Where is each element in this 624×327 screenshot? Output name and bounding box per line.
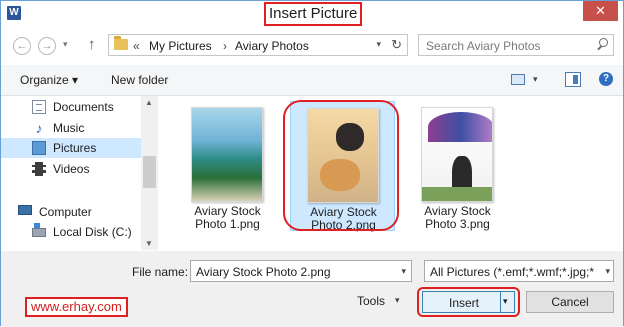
breadcrumb-aviary-photos[interactable]: Aviary Photos (235, 39, 309, 53)
close-icon: ✕ (595, 3, 606, 18)
scroll-up-icon[interactable]: ▲ (145, 98, 153, 107)
file-type-value: All Pictures (*.emf;*.wmf;*.jpg;* (430, 265, 595, 279)
refresh-button[interactable]: ↻ (391, 37, 402, 53)
forward-button[interactable]: → (38, 37, 56, 55)
word-icon: W (7, 6, 21, 20)
sidebar-item-computer[interactable]: Computer (5, 202, 130, 222)
navigation-bar: ← → ▾ ↑ « My Pictures › Aviary Photos ▾ … (1, 33, 623, 59)
preview-pane-icon[interactable] (565, 72, 581, 87)
close-button[interactable]: ✕ (583, 1, 618, 21)
umbrella-image (428, 112, 492, 142)
videos-icon (32, 162, 46, 176)
search-input[interactable]: Search Aviary Photos (418, 34, 614, 56)
back-arrow-icon: ← (16, 40, 28, 52)
address-dropdown-button[interactable]: ▾ (376, 39, 381, 50)
disk-icon (32, 223, 46, 237)
address-bar[interactable]: « My Pictures › Aviary Photos ▾ ↻ (108, 34, 408, 56)
sidebar-item-label: Computer (39, 205, 92, 219)
insert-picture-dialog: W Insert Picture ✕ ← → ▾ ↑ « My Pictures… (0, 0, 624, 327)
chevron-down-icon[interactable]: ▾ (401, 266, 406, 277)
file-name-label: File name: (132, 265, 189, 279)
navigation-pane: Documents ♪ Music Pictures Videos Comput… (1, 96, 158, 250)
scrollbar-thumb[interactable] (143, 156, 156, 188)
file-list: Aviary Stock Photo 1.png Aviary Stock Phot… (159, 96, 623, 250)
sidebar-item-label: Local Disk (C:) (53, 225, 132, 239)
sidebar-item-label: Videos (53, 162, 90, 176)
breadcrumb-separator[interactable]: › (223, 39, 227, 53)
chevron-down-icon: ▾ (63, 39, 68, 49)
sidebar-item-pictures[interactable]: Pictures (1, 138, 141, 158)
help-icon[interactable]: ? (599, 72, 613, 86)
insert-options-button[interactable]: ▾ (503, 296, 508, 307)
sidebar-item-label: Pictures (53, 141, 97, 155)
scroll-down-icon[interactable]: ▼ (145, 239, 153, 248)
up-arrow-icon: ↑ (88, 36, 96, 53)
dialog-title: Insert Picture (269, 5, 358, 22)
photo-thumbnail (421, 107, 493, 202)
pictures-icon (32, 141, 46, 155)
change-view-icon[interactable] (511, 74, 525, 85)
chevron-down-icon[interactable]: ▾ (395, 295, 400, 306)
search-icon[interactable] (597, 38, 608, 48)
split-divider (500, 292, 501, 312)
sidebar-item-label: Documents (53, 100, 114, 114)
up-folder-button[interactable]: ↑ (88, 36, 96, 53)
sidebar-item-music[interactable]: ♪ Music (19, 118, 144, 138)
grass-image (422, 187, 492, 201)
insert-button[interactable]: Insert ▾ (422, 291, 515, 313)
file-name-value: Aviary Stock Photo 2.png (196, 265, 331, 279)
website-text: www.erhay.com (31, 299, 122, 314)
title-annotation-box: Insert Picture (264, 2, 363, 26)
documents-icon (32, 100, 46, 114)
back-button[interactable]: ← (13, 37, 31, 55)
folder-icon (114, 36, 128, 50)
forward-arrow-icon: → (41, 40, 53, 52)
selection-annotation-circle (283, 100, 399, 231)
insert-label: Insert (449, 296, 480, 310)
chevron-down-icon[interactable]: ▾ (603, 266, 610, 277)
website-watermark: www.erhay.com (25, 297, 128, 317)
sidebar-item-videos[interactable]: Videos (19, 159, 144, 179)
sidebar-item-local-disk[interactable]: Local Disk (C:) (19, 222, 144, 242)
sidebar-item-label: Music (53, 121, 85, 135)
sidebar-item-documents[interactable]: Documents (19, 97, 144, 117)
cancel-button[interactable]: Cancel (526, 291, 614, 313)
tools-button[interactable]: Tools (357, 294, 385, 308)
photo-thumbnail (191, 107, 263, 202)
view-options-button[interactable]: ▾ (533, 74, 538, 85)
file-name-label: Aviary Stock Photo 1.png (194, 204, 261, 231)
sidebar-scrollbar[interactable]: ▲ ▼ (141, 96, 158, 250)
music-icon: ♪ (35, 120, 43, 136)
command-toolbar: Organize ▾ New folder ▾ ? (1, 65, 623, 96)
recent-locations-button[interactable]: ▾ (63, 39, 68, 50)
search-placeholder: Search Aviary Photos (426, 39, 541, 53)
breadcrumb-overflow[interactable]: « (133, 39, 140, 53)
title-bar: W Insert Picture ✕ (1, 1, 623, 26)
organize-button[interactable]: Organize ▾ (20, 73, 78, 87)
file-type-select[interactable]: All Pictures (*.emf;*.wmf;*.jpg;* ▾ (424, 260, 614, 282)
file-item-photo-1[interactable]: Aviary Stock Photo 1.png (175, 101, 280, 231)
new-folder-button[interactable]: New folder (111, 73, 168, 87)
file-item-photo-3[interactable]: Aviary Stock Photo 3.png (405, 101, 510, 231)
breadcrumb-my-pictures[interactable]: My Pictures (149, 39, 212, 53)
dialog-footer: File name: Aviary Stock Photo 2.png ▾ Al… (1, 251, 623, 327)
computer-icon (18, 205, 32, 215)
file-name-label: Aviary Stock Photo 3.png (424, 204, 491, 231)
file-name-input[interactable]: Aviary Stock Photo 2.png ▾ (190, 260, 412, 282)
